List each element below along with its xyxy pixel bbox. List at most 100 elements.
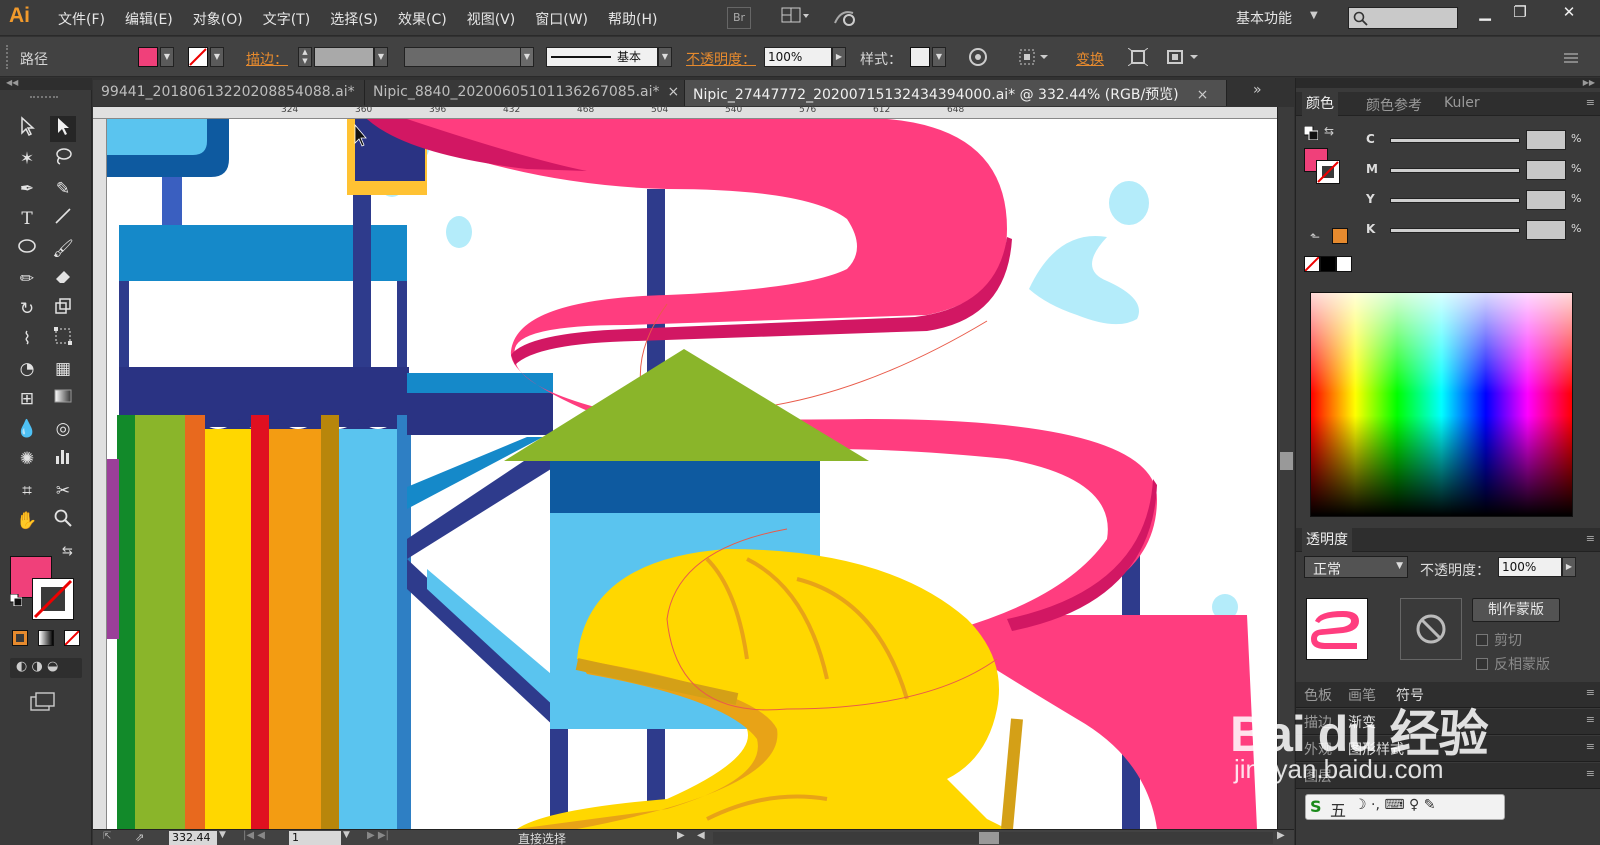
out-of-gamut-icon[interactable]: ⬑ [1310,230,1320,244]
gamut-color-swatch[interactable] [1332,228,1348,244]
stroke-color-box[interactable] [32,578,74,620]
type-tool-icon[interactable]: T [14,206,40,232]
export-icon[interactable]: ⇗ [135,831,144,844]
gradient-mode-icon[interactable] [38,630,54,646]
horizontal-ruler[interactable]: 324 360 396 432 468 504 540 576 612 648 [93,105,1277,119]
workspace-switcher[interactable]: 基本功能 [1236,8,1292,28]
tab-document-2[interactable]: Nipic_8840_20200605101136267085.ai* × [365,80,685,106]
zoom-tool-icon[interactable] [50,508,76,534]
invert-mask-checkbox[interactable] [1476,658,1488,670]
scroll-thumb[interactable] [1280,452,1293,470]
selection-tool-icon[interactable] [14,116,40,142]
cyan-value[interactable] [1526,130,1566,150]
brush-dropdown[interactable]: ▼ [658,47,672,67]
chevron-down-icon[interactable]: ▼ [1310,10,1318,21]
artboard-nav-icon[interactable]: ⇱ [103,831,111,842]
line-segment-tool-icon[interactable] [50,206,76,232]
scroll-left-icon[interactable]: ◀ [697,830,705,841]
stroke-weight-dropdown[interactable]: ▼ [374,47,388,67]
opacity-panel-link[interactable]: 不透明度： [686,49,756,69]
tab-transparency[interactable]: 透明度 [1302,528,1352,552]
close-icon[interactable]: × [668,84,680,100]
eyedropper-tool-icon[interactable]: 💧 [14,416,40,442]
lasso-tool-icon[interactable] [50,146,76,172]
yellow-slider[interactable] [1390,198,1520,203]
recolor-artwork-icon[interactable] [968,48,988,66]
make-mask-button[interactable]: 制作蒙版 [1472,598,1560,622]
default-colors-icon[interactable] [1303,125,1319,141]
pencil-tool-icon[interactable]: ✏ [14,266,40,292]
artboard-tool-icon[interactable]: ⌗ [14,478,40,504]
panel-menu-icon[interactable]: ≡ [1586,713,1595,726]
status-menu-icon[interactable]: ▶ [677,830,685,841]
control-panel-menu-icon[interactable] [1560,48,1580,66]
stroke-swatch[interactable] [188,47,208,67]
zoom-level-field[interactable]: 332.44 [169,831,217,845]
rotate-tool-icon[interactable]: ↻ [14,296,40,322]
stroke-dropdown[interactable]: ▼ [210,47,224,67]
object-thumbnail[interactable] [1306,598,1368,660]
opacity-dropdown[interactable]: ▶ [832,47,846,67]
free-transform-tool-icon[interactable] [50,326,76,352]
opacity-slider-toggle[interactable]: ▶ [1562,557,1576,577]
arrange-options-icon[interactable] [1166,48,1202,66]
tab-kuler[interactable]: Kuler [1444,95,1480,111]
swap-fill-stroke-icon[interactable]: ⇆ [62,544,73,559]
color-stroke-swatch[interactable] [1316,160,1340,184]
yellow-value[interactable] [1526,190,1566,210]
cyan-slider[interactable] [1390,138,1520,143]
tab-color-guide[interactable]: 颜色参考 [1366,95,1422,115]
mask-thumbnail[interactable] [1400,598,1462,660]
artboard-canvas[interactable] [107,119,1277,829]
scale-tool-icon[interactable] [50,296,76,322]
drawing-modes[interactable]: ◐ ◑ ◒ [10,658,82,678]
width-tool-icon[interactable]: ⌇ [14,326,40,352]
menu-edit[interactable]: 编辑(E) [115,0,183,36]
black-swatch[interactable] [1320,256,1336,272]
tab-brushes[interactable]: 画笔 [1348,685,1376,705]
perspective-grid-tool-icon[interactable]: ▦ [50,356,76,382]
tab-symbols[interactable]: 符号 [1396,685,1424,705]
opacity-field[interactable]: 100% [764,47,832,67]
hand-tool-icon[interactable]: ✋ [14,508,40,534]
magenta-value[interactable] [1526,160,1566,180]
tab-swatches[interactable]: 色板 [1304,685,1332,705]
graphic-style-swatch[interactable] [910,47,930,67]
horizontal-scrollbar[interactable] [713,832,1273,844]
vertical-scrollbar[interactable] [1277,107,1294,829]
grip-handle[interactable] [30,96,58,99]
column-graph-tool-icon[interactable] [50,446,76,472]
menu-help[interactable]: 帮助(H) [598,0,667,36]
menu-window[interactable]: 窗口(W) [525,0,598,36]
swap-colors-icon[interactable]: ⇆ [1324,124,1334,138]
tab-appearance[interactable]: 外观 [1304,739,1332,759]
menu-file[interactable]: 文件(F) [48,0,115,36]
blend-mode-select[interactable]: 正常 ▼ [1304,556,1408,578]
isolate-group-icon[interactable] [1127,47,1149,67]
artboard-number-field[interactable]: 1 [289,831,341,845]
pen-tool-icon[interactable]: ✒ [14,176,40,202]
transform-panel-link[interactable]: 变换 [1076,49,1104,69]
panel-menu-icon[interactable]: ≡ [1586,532,1595,545]
variable-width-dropdown[interactable]: ▼ [520,47,534,67]
eraser-tool-icon[interactable] [50,266,76,292]
menu-select[interactable]: 选择(S) [320,0,388,36]
next-artboard-icon[interactable]: ▶ ▶| [367,830,389,841]
ellipse-tool-icon[interactable] [14,236,40,262]
graphic-style-dropdown[interactable]: ▼ [932,47,946,67]
search-input[interactable] [1348,7,1458,29]
panel-menu-icon[interactable]: ≡ [1586,686,1595,699]
gpu-performance-icon[interactable] [830,7,860,29]
tab-layers[interactable]: 图层 [1304,766,1332,786]
black-value[interactable] [1526,220,1566,240]
panel-menu-icon[interactable]: ≡ [1586,740,1595,753]
variable-width-profile[interactable] [404,47,524,67]
fill-swatch[interactable] [138,47,158,67]
symbol-sprayer-tool-icon[interactable]: ✺ [14,446,40,472]
restore-button[interactable]: ❐ [1503,1,1537,23]
direct-selection-tool-icon[interactable] [50,116,76,142]
align-to-icon[interactable] [1018,48,1052,66]
first-artboard-icon[interactable]: |◀ ◀ [243,830,265,841]
panel-collapse-icon[interactable]: ◀◀ [0,78,92,90]
shape-builder-tool-icon[interactable]: ◔ [14,356,40,382]
